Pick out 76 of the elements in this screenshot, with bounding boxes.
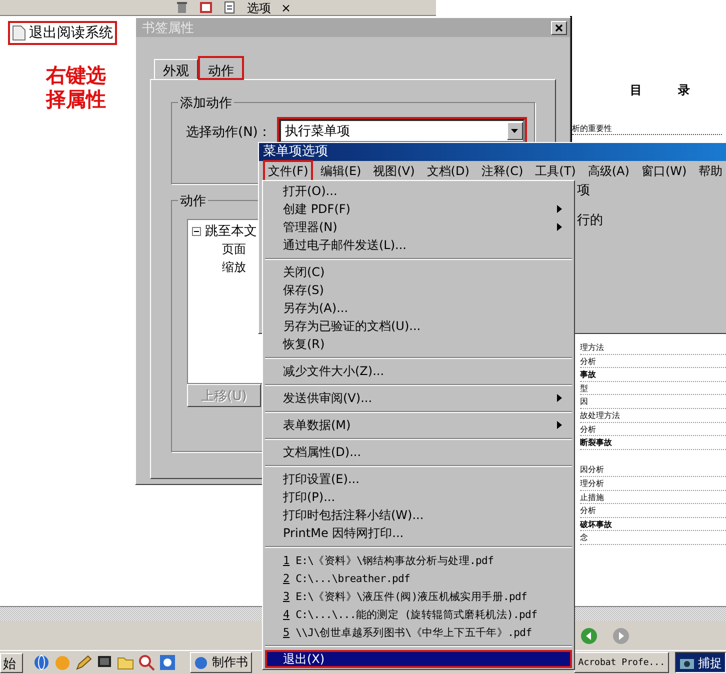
toc-entry: 因分析	[580, 463, 726, 477]
menu-item[interactable]: 打印(P)...	[265, 488, 572, 506]
toc-entry: 因	[580, 395, 726, 409]
menu-bar-item[interactable]: 视图(V)	[368, 160, 420, 182]
collapse-icon[interactable]	[192, 226, 201, 236]
recent-file-item[interactable]: 2 C:\...\breather.pdf	[265, 569, 572, 587]
globe-icon[interactable]	[33, 654, 50, 671]
pencil-icon[interactable]	[75, 654, 92, 671]
menu-bar-item[interactable]: 注释(C)	[476, 160, 528, 182]
tab[interactable]: 外观	[154, 59, 198, 79]
close-icon	[555, 24, 563, 32]
toc-entry: 事故	[580, 368, 726, 382]
menu-item[interactable]: 文档属性(D)...	[265, 443, 572, 461]
taskbar-button[interactable]: Acrobat Profe...	[574, 652, 669, 673]
recent-file-item[interactable]: 5 \\J\创世卓越系列图书\《中华上下五千年》.pdf	[265, 623, 572, 641]
taskbar-button[interactable]: 制作书	[190, 652, 252, 673]
menu-item[interactable]: 创建 PDF(F)	[265, 200, 572, 218]
menu-item[interactable]: 管理器(N)	[265, 218, 572, 236]
dialog-text: 项	[577, 182, 590, 199]
recent-file-item[interactable]: 1 E:\《资料》\钢结构事故分析与处理.pdf	[265, 551, 572, 569]
toc-entry: 分析	[580, 354, 726, 368]
tab[interactable]: 动作	[198, 56, 244, 80]
toc-entry: 析的重要性	[572, 123, 722, 135]
menu-item[interactable]: 表单数据(M)	[265, 416, 572, 434]
menu-bar-item[interactable]: 窗口(W)	[636, 160, 692, 182]
menu-item[interactable]: PrintMe 因特网打印...	[265, 524, 572, 542]
annotation-text: 右键选择属性	[46, 63, 107, 111]
bookmark-item[interactable]: 退出阅读系统	[8, 21, 117, 45]
start-button[interactable]: 始	[0, 652, 23, 672]
close-button[interactable]: ×	[281, 0, 292, 14]
toc-entry: 分析	[580, 504, 726, 518]
dialog-title: 书签属性	[142, 20, 194, 36]
action-dropdown[interactable]: 执行菜单项	[278, 119, 525, 143]
dialog-text: 行的	[577, 212, 603, 229]
menu-item[interactable]: 关闭(C)	[265, 263, 572, 281]
close-button[interactable]	[551, 20, 567, 34]
recent-file-item[interactable]: 4 C:\...\...能的测定 (旋转辊筒式磨耗机法).pdf	[265, 605, 572, 623]
toc-entry: 故处理方法	[580, 408, 726, 423]
toc-heading: 目	[630, 82, 642, 99]
menu-bar-item[interactable]: 高级(A)	[582, 160, 634, 182]
document-icon[interactable]	[223, 1, 237, 14]
group-label: 添加动作	[178, 94, 234, 112]
toc-entry: 型	[580, 382, 726, 396]
menu-item[interactable]: 减少文件大小(Z)...	[265, 362, 572, 380]
recent-file-item[interactable]: 3 E:\《资料》\液压件(阀)液压机械实用手册.pdf	[265, 587, 572, 605]
toc-entry: 理分析	[580, 476, 726, 491]
taskbar-button[interactable]: 捕捉	[675, 652, 726, 673]
menu-item[interactable]: 打印设置(E)...	[265, 470, 572, 488]
menu-bar-item[interactable]: 工具(T)	[530, 160, 581, 182]
dropdown-arrow-icon	[511, 129, 518, 133]
field-label: 选择动作(N)：	[186, 124, 271, 141]
menu-item[interactable]: 发送供审阅(V)...	[265, 389, 572, 407]
menu-bar-item[interactable]: 帮助	[694, 160, 726, 182]
menu-item[interactable]: 通过电子邮件发送(L)...	[265, 236, 572, 254]
toc-entry: 念	[580, 531, 726, 545]
options-menu[interactable]: 选项	[247, 0, 271, 14]
magnifier-icon[interactable]	[138, 654, 155, 671]
toc-entry: 破坏事故	[580, 518, 726, 532]
tree-item[interactable]: 跳至本文	[205, 222, 257, 240]
toc-entry: 断裂事故	[580, 436, 726, 450]
menu-item[interactable]: 恢复(R)	[265, 335, 572, 353]
menu-item[interactable]: 保存(S)	[265, 281, 572, 299]
page-icon	[12, 25, 26, 41]
toc-entry: 止措施	[580, 490, 726, 504]
group-label: 动作	[178, 192, 208, 210]
menu-item[interactable]: 另存为已验证的文档(U)...	[265, 317, 572, 335]
menu-item[interactable]: 打开(O)...	[265, 182, 572, 200]
menu-item[interactable]: 打印时包括注释小结(W)...	[265, 506, 572, 524]
menu-bar-item[interactable]: 文档(D)	[422, 160, 474, 182]
dialog-title: 菜单项选项	[259, 143, 726, 161]
toc-heading: 录	[678, 82, 690, 99]
toc-entry: 分析	[580, 422, 726, 436]
trash-icon[interactable]	[175, 1, 189, 14]
menu-bar-item[interactable]: 编辑(E)	[315, 160, 366, 182]
menu-item[interactable]: 另存为(A)...	[265, 299, 572, 317]
toc-entry: 理方法	[580, 341, 726, 355]
